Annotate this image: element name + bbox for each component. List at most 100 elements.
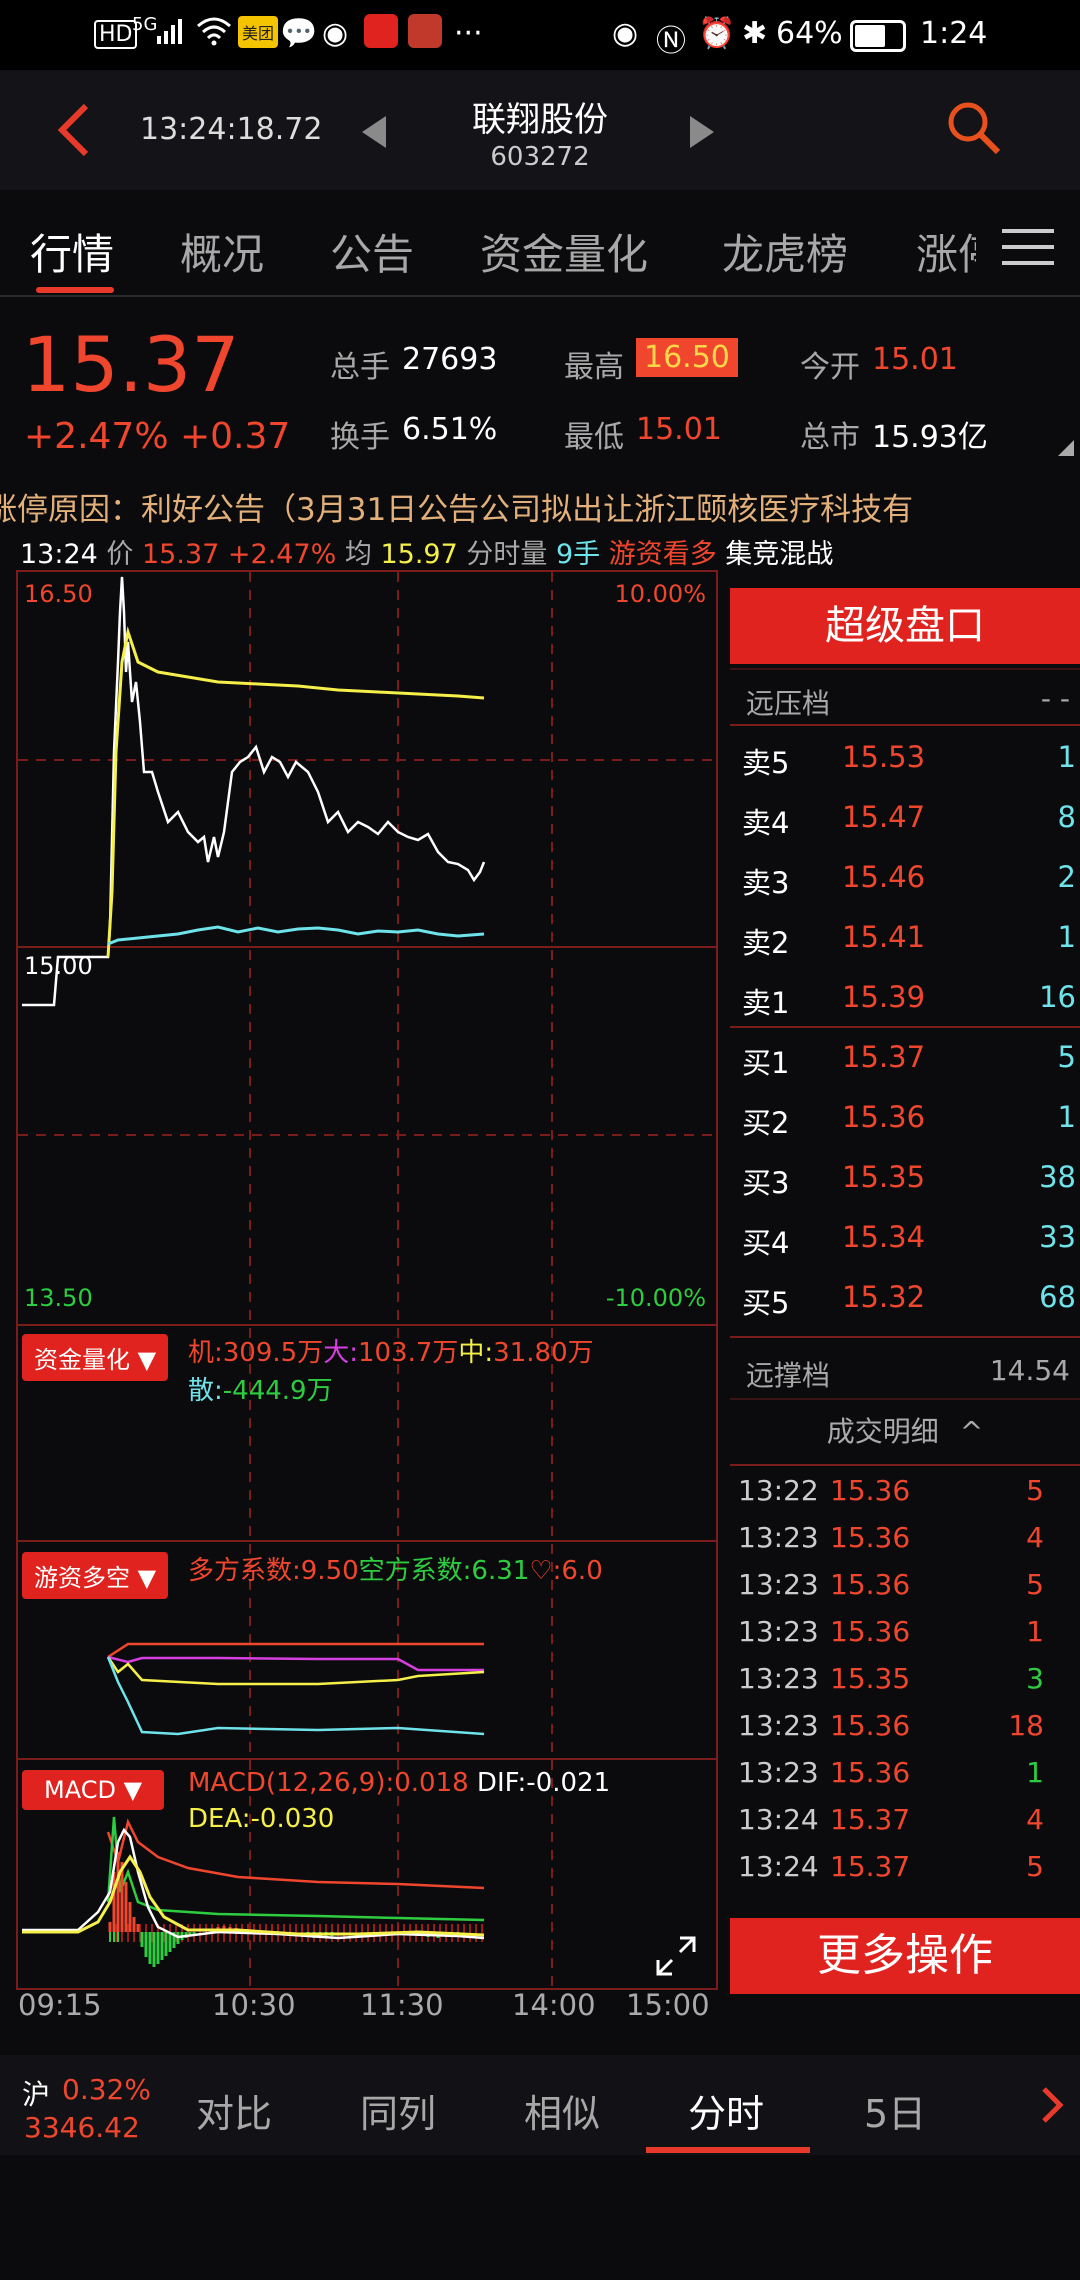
intraday-chart[interactable]: 16.50 10.00% 15.00 13.50 -10.00% 资金量化 ▼ … <box>16 570 718 1990</box>
buy-row[interactable]: 买5 15.32 68 <box>730 1270 1080 1330</box>
macd-legend: MACD(12,26,9):0.018 DIF:-0.021 <box>188 1768 610 1798</box>
chevron-right-icon[interactable] <box>1040 2085 1064 2129</box>
clock: 1:24 <box>920 16 988 51</box>
tab-overview[interactable]: 概况 <box>180 221 264 282</box>
trade-vol: 4 <box>1026 1521 1044 1554</box>
hot-money-dropdown[interactable]: 游资多空 ▼ <box>22 1552 169 1599</box>
sell-row[interactable]: 卖1 15.39 16 <box>730 970 1080 1030</box>
tab-limit-up[interactable]: 涨停 <box>916 221 976 282</box>
hot-money-legend: 多方系数:9.50空方系数:6.31♡:6.0 <box>188 1550 603 1587</box>
trade-price: 15.36 <box>830 1756 911 1789</box>
sell-row[interactable]: 卖5 15.53 1 <box>730 730 1080 790</box>
sell-row[interactable]: 卖3 15.46 2 <box>730 850 1080 910</box>
buy-row[interactable]: 买3 15.35 38 <box>730 1150 1080 1210</box>
turnover-label: 换手 <box>330 420 390 455</box>
dea-line <box>22 1854 485 1937</box>
expand-triangle-icon[interactable] <box>1058 440 1074 460</box>
sell-row[interactable]: 卖2 15.41 1 <box>730 910 1080 970</box>
trade-price: 15.37 <box>830 1803 911 1836</box>
trade-time: 13:23 <box>738 1568 819 1601</box>
trade-price: 15.36 <box>830 1568 911 1601</box>
trade-detail-header[interactable]: 成交明细 ^ <box>730 1410 1080 1454</box>
sell-row[interactable]: 卖4 15.47 8 <box>730 790 1080 850</box>
heart-value: ♡:6.0 <box>529 1556 603 1586</box>
high-value: 16.50 <box>636 338 738 377</box>
time-label: 09:15 <box>18 1988 102 2022</box>
super-orderbook-title[interactable]: 超级盘口 <box>730 588 1080 664</box>
trade-vol: 1 <box>1026 1756 1044 1789</box>
next-stock-icon[interactable] <box>688 114 716 154</box>
trade-time: 13:23 <box>738 1615 819 1648</box>
stock-header: 13:24:18.72 联翔股份 603272 <box>0 70 1080 190</box>
trade-vol: 18 <box>1008 1709 1044 1742</box>
buy-row[interactable]: 买1 15.37 5 <box>730 1030 1080 1090</box>
stock-name: 联翔股份 <box>472 100 608 140</box>
nav-intraday[interactable]: 分时 <box>688 2083 764 2138</box>
trade-time: 13:23 <box>738 1709 819 1742</box>
price-axis-mid: 15.00 <box>24 952 93 980</box>
order-book: 超级盘口 远压档 - - 卖5 15.53 1 卖4 15.47 8 卖3 15.46 2 … <box>730 588 1080 1994</box>
alarm-icon: ⏰ <box>698 16 736 51</box>
da-value: 103.7万 <box>357 1338 459 1368</box>
nav-similar[interactable]: 相似 <box>524 2083 600 2138</box>
nav-compare[interactable]: 对比 <box>196 2083 272 2138</box>
price-change: +2.47% +0.37 <box>24 416 291 457</box>
fund-quant-dropdown[interactable]: 资金量化 ▼ <box>22 1334 169 1381</box>
trade-vol: 5 <box>1026 1850 1044 1883</box>
trade-row: 13:23 15.35 3 <box>730 1654 1080 1700</box>
total-vol: 27693 <box>402 342 498 377</box>
tab-quote[interactable]: 行情 <box>30 221 114 282</box>
menu-icon[interactable] <box>1002 227 1054 271</box>
signal-icon <box>156 16 186 54</box>
expand-icon[interactable] <box>654 1934 698 1982</box>
buy-row[interactable]: 买4 15.34 33 <box>730 1210 1080 1270</box>
low-label: 最低 <box>564 420 624 455</box>
san-value: -444.9万 <box>222 1376 333 1406</box>
nav-5day[interactable]: 5日 <box>864 2083 926 2138</box>
info-price-label: 价 <box>106 539 134 570</box>
trade-vol: 1 <box>1026 1615 1044 1648</box>
trade-row: 13:24 15.37 4 <box>730 1795 1080 1841</box>
search-icon[interactable] <box>944 98 1004 162</box>
index-name: 沪 <box>22 2078 51 2111</box>
trade-time: 13:23 <box>738 1662 819 1695</box>
trade-time: 13:22 <box>738 1474 819 1507</box>
meituan-app-icon: 美团 <box>238 16 279 48</box>
cyan-line <box>107 925 485 946</box>
far-sell-value: - - <box>1040 682 1070 715</box>
mktcap-value: 15.93亿 <box>872 420 988 455</box>
tab-dragon-tiger[interactable]: 龙虎榜 <box>722 221 848 282</box>
far-buy-label: 远撑档 <box>746 1359 831 1392</box>
trade-price: 15.37 <box>830 1850 911 1883</box>
trade-row: 13:24 15.37 5 <box>730 1842 1080 1888</box>
time-label: 11:30 <box>360 1988 444 2022</box>
price-axis-top: 16.50 <box>24 580 93 608</box>
battery-percent: 64% <box>776 16 843 51</box>
buy-row[interactable]: 买2 15.36 1 <box>730 1090 1080 1150</box>
total-vol-label: 总手 <box>330 350 390 385</box>
info-tag-auction: 集竞混战 <box>725 539 834 570</box>
macd-red-bars <box>108 1852 238 1932</box>
turnover-value: 6.51% <box>402 412 498 447</box>
nfc-icon: Ⓝ <box>656 24 686 59</box>
tab-announcement[interactable]: 公告 <box>330 221 414 282</box>
dea-value: DEA:-0.030 <box>188 1804 335 1834</box>
trade-vol: 3 <box>1026 1662 1044 1695</box>
time-axis: 09:15 10:30 11:30 14:00 15:00 <box>0 1988 720 2028</box>
trade-price: 15.36 <box>830 1615 911 1648</box>
trade-row: 13:23 15.36 1 <box>730 1607 1080 1653</box>
limit-up-reason-ticker[interactable]: 涨停原因：利好公告（3月31日公告公司拟出让浙江颐核医疗科技有 <box>0 484 1080 528</box>
more-actions-button[interactable]: 更多操作 <box>730 1918 1080 1994</box>
macd-dropdown[interactable]: MACD ▼ <box>22 1770 165 1810</box>
far-buy-value: 14.54 <box>989 1354 1070 1387</box>
nav-same-column[interactable]: 同列 <box>360 2083 436 2138</box>
trade-row: 13:23 15.36 5 <box>730 1560 1080 1606</box>
trade-time: 13:24 <box>738 1803 819 1836</box>
da-label: 大: <box>323 1338 358 1368</box>
tab-fund-quant[interactable]: 资金量化 <box>480 221 648 282</box>
mktcap-label: 总市 <box>800 420 860 455</box>
time-label: 14:00 <box>512 1988 596 2022</box>
info-price: 15.37 <box>142 539 220 570</box>
signal-label: 5G <box>132 14 158 35</box>
trade-vol: 5 <box>1026 1474 1044 1507</box>
